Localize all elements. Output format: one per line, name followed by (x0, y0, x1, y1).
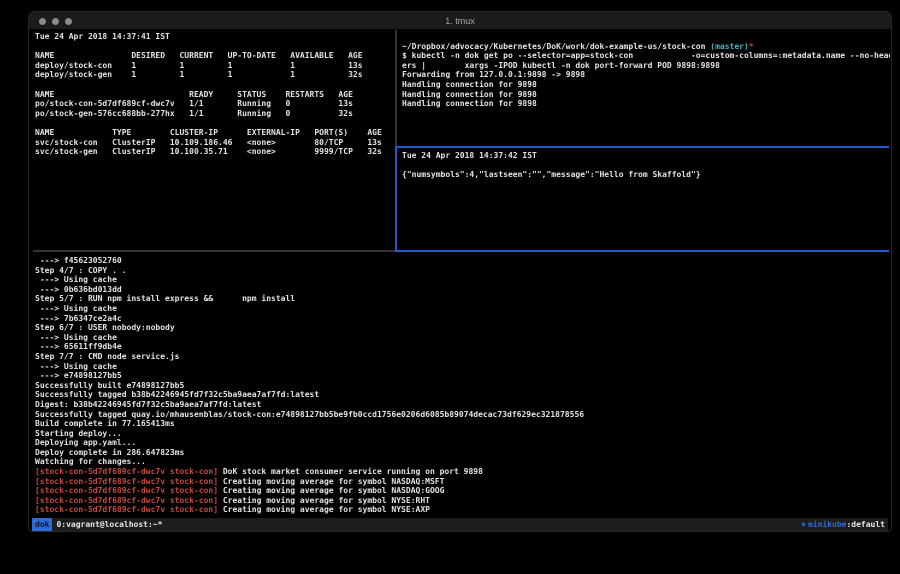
pane-border-active-bottom[interactable] (397, 250, 889, 252)
kube-namespace-label: :default (846, 520, 885, 529)
terminal-line: ~/Dropbox/advocacy/Kubernetes/DoK/work/d… (402, 42, 890, 52)
tmux-content: Tue 24 Apr 2018 14:37:41 IST NAME DESIRED… (29, 30, 891, 531)
terminal-line: ---> 65611ff9db4e (35, 342, 889, 352)
terminal-line: ---> 0b636bd013dd (35, 285, 889, 295)
pane-border-vertical-active[interactable] (395, 146, 397, 252)
pane-curl-output-active[interactable]: Tue 24 Apr 2018 14:37:42 IST {"numsymbols… (402, 151, 890, 249)
status-right: ⎈ minikube :default (801, 520, 888, 529)
terminal-line: deploy/stock-gen 1 1 1 1 32s (35, 70, 395, 80)
terminal-line: Handling connection for 9898 (402, 80, 890, 90)
desktop-background: 1. tmux Tue 24 Apr 2018 14:37:41 IST NAME… (0, 0, 900, 574)
window-list-item[interactable]: 0:vagrant@localhost:~* (52, 520, 162, 529)
pane-border-vertical-top[interactable] (395, 30, 397, 146)
pane-port-forward[interactable]: ~/Dropbox/advocacy/Kubernetes/DoK/work/d… (402, 32, 890, 146)
kubernetes-helm-icon: ⎈ (801, 520, 808, 529)
terminal-line: ---> e74898127bb5 (35, 371, 889, 381)
terminal-line: Build complete in 77.165413ms (35, 419, 889, 429)
pane-kubectl-watch[interactable]: Tue 24 Apr 2018 14:37:41 IST NAME DESIRED… (35, 32, 395, 254)
terminal-line: po/stock-gen-576cc688bb-277hx 1/1 Runnin… (35, 109, 395, 119)
terminal-line: ---> Using cache (35, 333, 889, 343)
terminal-line: Handling connection for 9898 (402, 99, 890, 109)
terminal-line (35, 42, 395, 52)
terminal-line: Handling connection for 9898 (402, 90, 890, 100)
terminal-line (35, 80, 395, 90)
terminal-line (35, 118, 395, 128)
terminal-line: NAME TYPE CLUSTER-IP EXTERNAL-IP PORT(S)… (35, 128, 395, 138)
terminal-line: Step 5/7 : RUN npm install express && np… (35, 294, 889, 304)
terminal-line: $ kubectl -n dok get po --selector=app=s… (402, 51, 890, 61)
terminal-line: [stock-con-5d7df689cf-dwc7v stock-con] C… (35, 486, 889, 496)
terminal-line: ---> Using cache (35, 362, 889, 372)
pane-border-horizontal-left[interactable] (33, 250, 395, 252)
terminal-line: Successfully built e74898127bb5 (35, 381, 889, 391)
terminal-line: Step 7/7 : CMD node service.js (35, 352, 889, 362)
window-title: 1. tmux (29, 12, 891, 30)
terminal-line (402, 32, 890, 42)
terminal-line: NAME READY STATUS RESTARTS AGE (35, 90, 395, 100)
status-left: dok 0:vagrant@localhost:~* (32, 518, 162, 531)
terminal-line: Step 4/7 : COPY . . (35, 266, 889, 276)
terminal-line: po/stock-con-5d7df689cf-dwc7v 1/1 Runnin… (35, 99, 395, 109)
terminal-line: {"numsymbols":4,"lastseen":"","message":… (402, 170, 890, 180)
terminal-line: Successfully tagged b38b42246945fd7f32c5… (35, 390, 889, 400)
terminal-line: Forwarding from 127.0.0.1:9898 -> 9898 (402, 70, 890, 80)
terminal-line: svc/stock-con ClusterIP 10.109.186.46 <n… (35, 138, 395, 148)
terminal-line: Deploy complete in 286.647823ms (35, 448, 889, 458)
terminal-line: ---> Using cache (35, 304, 889, 314)
terminal-line: NAME DESIRED CURRENT UP-TO-DATE AVAILABL… (35, 51, 395, 61)
kube-context-label: minikube (808, 520, 847, 529)
terminal-line: Step 6/7 : USER nobody:nobody (35, 323, 889, 333)
terminal-line: ---> f45623052760 (35, 256, 889, 266)
terminal-line: Tue 24 Apr 2018 14:37:42 IST (402, 151, 890, 161)
terminal-line: ers | xargs -IPOD kubectl -n dok port-fo… (402, 61, 890, 71)
terminal-window: 1. tmux Tue 24 Apr 2018 14:37:41 IST NAME… (28, 11, 892, 532)
terminal-line: deploy/stock-con 1 1 1 1 13s (35, 61, 395, 71)
terminal-line: [stock-con-5d7df689cf-dwc7v stock-con] C… (35, 505, 889, 515)
pane-border-active-top[interactable] (397, 146, 889, 148)
terminal-line: ---> 7b6347ce2a4c (35, 314, 889, 324)
terminal-line: Watching for changes... (35, 457, 889, 467)
session-name-badge[interactable]: dok (32, 518, 52, 531)
terminal-line: Digest: b38b42246945fd7f32c5ba9aea7af7fd… (35, 400, 889, 410)
terminal-line (402, 161, 890, 171)
terminal-line: Successfully tagged quay.io/mhausenblas/… (35, 410, 889, 420)
terminal-line: Deploying app.yaml... (35, 438, 889, 448)
tmux-status-bar: dok 0:vagrant@localhost:~* ⎈ minikube :d… (32, 518, 888, 531)
pane-skaffold-build-log[interactable]: ---> f45623052760Step 4/7 : COPY . . ---… (35, 256, 889, 518)
terminal-line: [stock-con-5d7df689cf-dwc7v stock-con] C… (35, 477, 889, 487)
terminal-line: svc/stock-gen ClusterIP 10.100.35.71 <no… (35, 147, 395, 157)
terminal-line: [stock-con-5d7df689cf-dwc7v stock-con] C… (35, 496, 889, 506)
terminal-line: Starting deploy... (35, 429, 889, 439)
window-titlebar[interactable]: 1. tmux (29, 12, 891, 30)
terminal-line: ---> Using cache (35, 275, 889, 285)
terminal-line: Tue 24 Apr 2018 14:37:41 IST (35, 32, 395, 42)
terminal-line: [stock-con-5d7df689cf-dwc7v stock-con] D… (35, 467, 889, 477)
